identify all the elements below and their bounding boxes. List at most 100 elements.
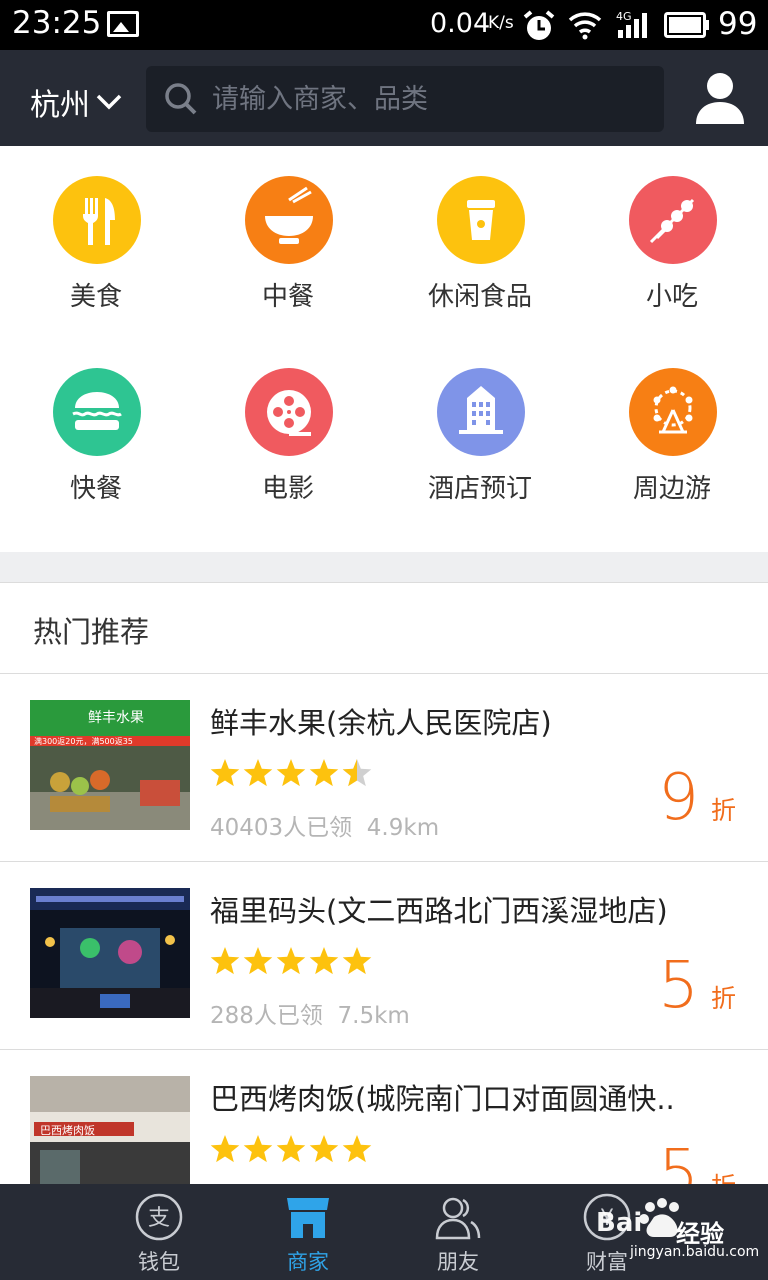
merchant-item[interactable]: 巴西烤肉饭 巴西烤肉饭(城院南门口对面圆通快.. 5 折: [0, 1050, 768, 1184]
rating-star: [309, 1135, 339, 1163]
rating-star: [276, 759, 306, 787]
film-reel-icon: [245, 368, 333, 456]
rating-star: [210, 1135, 240, 1163]
status-time: 23:25: [12, 5, 102, 41]
city-selector[interactable]: 杭州: [30, 80, 122, 124]
building-icon: [437, 368, 525, 456]
rating-star: [309, 759, 339, 787]
rating-star: [210, 947, 240, 975]
rating-star: [276, 1135, 306, 1163]
chevron-down-icon: [96, 94, 122, 110]
merchant-item[interactable]: 福里码头(文二西路北门西溪湿地店) 288人已领 7.5km 5 折: [0, 862, 768, 1050]
shop-icon: [287, 1198, 329, 1238]
discount-unit: 折: [710, 796, 736, 825]
category-street-food[interactable]: 小吃: [576, 176, 768, 346]
merchant-photo: 巴西烤肉饭: [30, 1076, 190, 1184]
category-grid: 美食 中餐 休闲食品 小吃 快餐 电影 酒店预订 周边游: [0, 146, 768, 552]
tab-label: 商家: [287, 1250, 329, 1274]
claimed-count: 288人已领: [210, 1003, 323, 1029]
merchant-meta: 288人已领 7.5km: [210, 996, 410, 1030]
distance: 7.5km: [337, 1003, 410, 1029]
category-food[interactable]: 美食: [0, 176, 192, 346]
tab-merchants[interactable]: 商家: [233, 1184, 383, 1280]
discount-badge: 5 折: [658, 954, 736, 1018]
tab-wallet[interactable]: 支 钱包: [84, 1184, 234, 1280]
category-label: 周边游: [632, 474, 711, 504]
discount-value: 5: [658, 949, 699, 1023]
battery-level: 99: [718, 6, 758, 42]
claimed-count: 40403人已领: [210, 815, 353, 841]
category-label: 酒店预订: [427, 474, 532, 504]
category-label: 电影: [261, 474, 314, 504]
search-input[interactable]: [212, 76, 642, 122]
wifi-icon: [568, 12, 602, 40]
city-label: 杭州: [30, 88, 90, 123]
shop-sign-text: 鲜丰水果: [88, 710, 144, 726]
category-movie[interactable]: 电影: [192, 368, 384, 538]
tab-label: 钱包: [138, 1250, 180, 1274]
rating-star: [309, 947, 339, 975]
rating-star: [342, 947, 372, 975]
merchant-photo: 鲜丰水果 满300返20元，满500返35: [30, 700, 190, 830]
tab-label: 朋友: [437, 1250, 479, 1274]
shop-sign-text: 巴西烤肉饭: [40, 1123, 95, 1137]
skewer-icon: [629, 176, 717, 264]
category-nearby-travel[interactable]: 周边游: [576, 368, 768, 538]
network-speed-unit: K/s: [488, 13, 514, 33]
ferris-wheel-icon: [629, 368, 717, 456]
rating-star: [342, 1135, 372, 1163]
search-icon: [165, 83, 197, 115]
category-label: 休闲食品: [427, 282, 532, 312]
signal-4g-icon: 4G: [616, 10, 647, 38]
alarm-icon: [523, 10, 555, 40]
discount-unit: 折: [711, 1167, 736, 1184]
rating-stars: [210, 947, 372, 975]
discount-badge: 5 折: [658, 1142, 736, 1184]
category-fast-food[interactable]: 快餐: [0, 368, 192, 538]
category-snacks[interactable]: 休闲食品: [384, 176, 576, 346]
svg-text:4G: 4G: [616, 10, 632, 23]
category-label: 快餐: [69, 474, 122, 504]
discount-value: 9: [658, 761, 699, 835]
user-icon[interactable]: [694, 70, 746, 126]
svg-text:Bai: Bai: [596, 1208, 642, 1238]
hot-recommendations: 热门推荐 鲜丰水果 满300返20元，满500返35 鲜丰水果(余杭人民医院店)…: [0, 582, 768, 1184]
status-bar: 23:25 0.04 K/s 4G 99: [0, 0, 768, 50]
battery-icon: [664, 12, 709, 38]
merchant-photo: [30, 888, 190, 1018]
svg-text:支: 支: [148, 1206, 170, 1231]
category-hotel[interactable]: 酒店预订: [384, 368, 576, 538]
category-label: 美食: [69, 282, 122, 312]
image-icon: [107, 11, 139, 37]
section-title: 热门推荐: [33, 615, 150, 649]
friends-icon: [435, 1197, 481, 1240]
bowl-icon: [245, 176, 333, 264]
shop-promo-text: 满300返20元，满500返35: [34, 736, 133, 746]
rating-star: [243, 947, 273, 975]
merchant-meta: 40403人已领 4.9km: [210, 808, 439, 842]
category-chinese-food[interactable]: 中餐: [192, 176, 384, 346]
rating-stars: [210, 1135, 372, 1163]
fork-knife-icon: [53, 176, 141, 264]
rating-star: [210, 759, 240, 787]
rating-star: [243, 1135, 273, 1163]
watermark-url: jingyan.baidu.com: [630, 1244, 760, 1260]
rating-stars: [210, 759, 372, 787]
rating-star: [243, 759, 273, 787]
rating-star: [276, 947, 306, 975]
top-header: 杭州: [0, 50, 768, 146]
cup-icon: [437, 176, 525, 264]
discount-badge: 9 折: [658, 766, 736, 830]
merchant-name: 鲜丰水果(余杭人民医院店): [210, 706, 552, 740]
category-label: 小吃: [645, 282, 698, 312]
network-speed: 0.04: [430, 8, 491, 39]
discount-unit: 折: [710, 984, 736, 1013]
alipay-icon: 支: [135, 1193, 183, 1241]
discount-value: 5: [658, 1137, 699, 1184]
search-bar[interactable]: [146, 66, 664, 132]
distance: 4.9km: [366, 815, 440, 841]
burger-icon: [53, 368, 141, 456]
merchant-item[interactable]: 鲜丰水果 满300返20元，满500返35 鲜丰水果(余杭人民医院店) 4040…: [0, 674, 768, 862]
category-label: 中餐: [261, 282, 314, 312]
tab-friends[interactable]: 朋友: [383, 1184, 533, 1280]
